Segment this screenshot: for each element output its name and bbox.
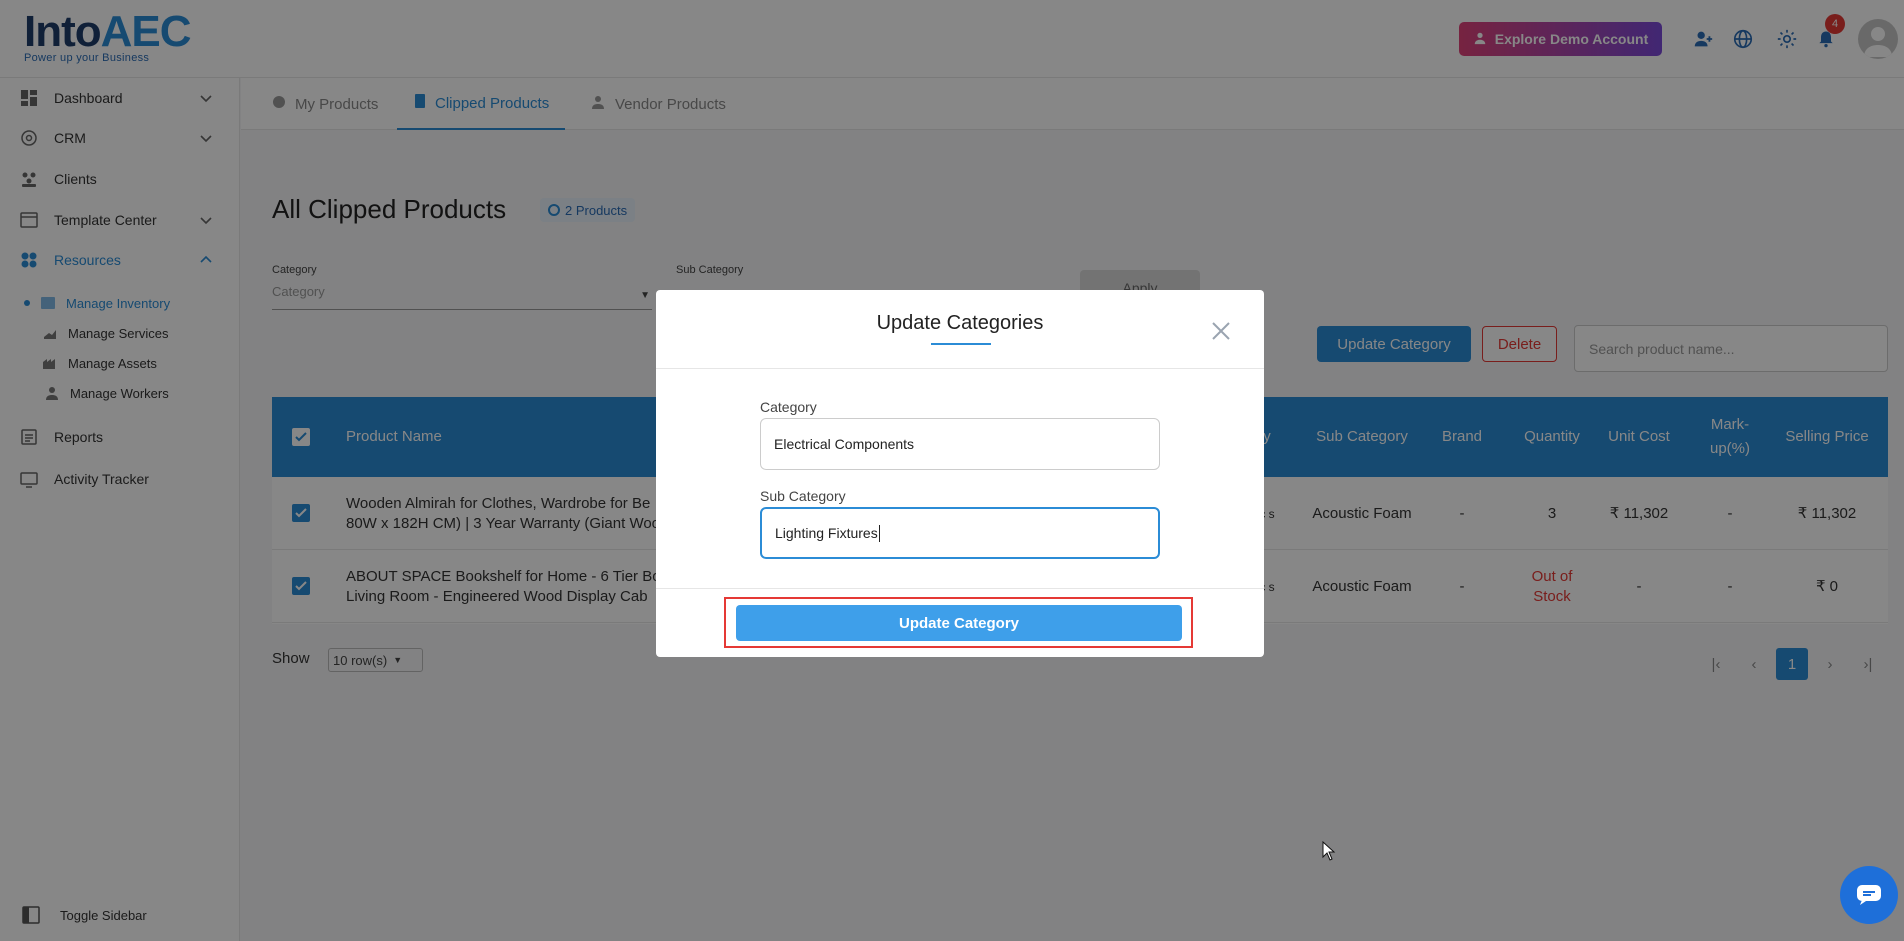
subcategory-field[interactable]: Lighting Fixtures <box>760 507 1160 559</box>
subcategory-field-value: Lighting Fixtures <box>775 525 878 541</box>
modal-title-underline <box>931 343 991 345</box>
category-field-label: Category <box>760 399 817 415</box>
close-icon[interactable] <box>1208 318 1234 344</box>
category-field[interactable]: Electrical Components <box>760 418 1160 470</box>
modal-update-category-button[interactable]: Update Category <box>736 605 1182 641</box>
mouse-cursor-icon <box>1322 840 1336 861</box>
category-field-value: Electrical Components <box>774 436 915 452</box>
chat-bubble-icon <box>1857 885 1881 905</box>
update-categories-modal: Update Categories Category Electrical Co… <box>656 290 1264 657</box>
subcategory-field-label: Sub Category <box>760 488 846 504</box>
modal-divider <box>656 368 1264 369</box>
modal-title: Update Categories <box>876 312 1044 334</box>
chat-widget-button[interactable] <box>1840 866 1898 924</box>
modal-divider <box>656 588 1264 589</box>
text-caret <box>878 524 880 542</box>
